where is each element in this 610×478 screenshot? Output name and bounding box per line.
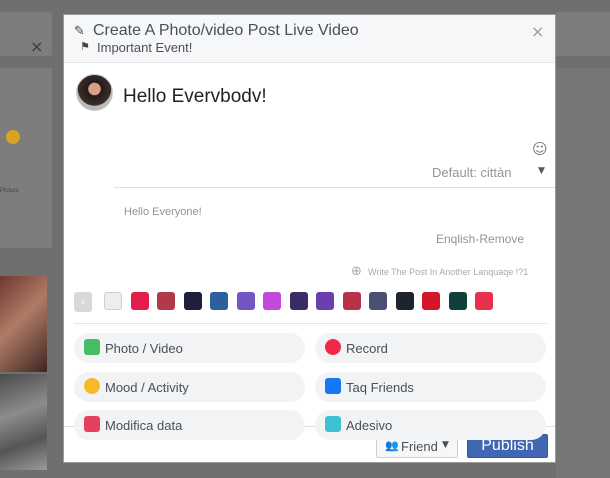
option-label: Taq Friends bbox=[346, 380, 414, 395]
tag-friends-icon bbox=[325, 378, 341, 394]
divider bbox=[74, 323, 547, 324]
background-swatch[interactable] bbox=[289, 292, 308, 310]
language-default-label[interactable]: Default: cittàn bbox=[432, 165, 512, 180]
option-record[interactable]: Record bbox=[315, 333, 546, 363]
language-remove-link[interactable]: Enqlish-Remove bbox=[436, 232, 524, 246]
photo-icon bbox=[84, 339, 100, 355]
background-photo bbox=[0, 374, 47, 470]
option-adesivo[interactable]: Adesivo bbox=[315, 410, 546, 440]
post-text-input[interactable]: Hello Evervbodv! bbox=[123, 86, 267, 108]
background-swatch[interactable] bbox=[395, 292, 414, 310]
emoji-icon bbox=[84, 378, 100, 394]
calendar-icon bbox=[84, 416, 100, 432]
background-swatch[interactable] bbox=[369, 292, 387, 310]
option-label: Mood / Activity bbox=[105, 380, 189, 395]
background-swatch[interactable] bbox=[104, 292, 122, 310]
add-language-link[interactable]: Write The Post In Another Lanquaqe !?1 bbox=[368, 267, 528, 277]
background-right-column bbox=[556, 68, 610, 478]
option-label: Adesivo bbox=[346, 418, 393, 433]
chevron-left-icon[interactable]: ‹ bbox=[74, 292, 92, 312]
alt-language-text-input[interactable]: Hello Everyone! bbox=[124, 206, 202, 218]
background-card: × bbox=[0, 12, 52, 56]
background-swatch[interactable] bbox=[157, 292, 175, 310]
background-side-text: Picture bbox=[0, 188, 19, 194]
option-taq-friends[interactable]: Taq Friends bbox=[315, 372, 546, 402]
background-swatch[interactable] bbox=[210, 292, 228, 310]
flag-icon: ⚑ bbox=[80, 40, 90, 53]
option-label: Record bbox=[346, 341, 388, 356]
dialog-header: ✎ Create A Photo/video Post Live Video ⚑… bbox=[64, 15, 555, 63]
background-swatch[interactable] bbox=[183, 292, 202, 310]
option-label: Photo / Video bbox=[105, 341, 183, 356]
background-card-right bbox=[556, 12, 610, 56]
background-swatch[interactable] bbox=[448, 292, 467, 310]
pencil-icon: ✎ bbox=[74, 24, 85, 39]
background-swatch[interactable] bbox=[236, 292, 255, 310]
important-event-tab[interactable]: Important Event! bbox=[97, 40, 192, 55]
option-label: Modifica data bbox=[105, 418, 183, 433]
plus-circle-icon[interactable]: ⊕ bbox=[351, 264, 362, 279]
avatar bbox=[76, 74, 113, 111]
chevron-down-icon: ▼ bbox=[442, 440, 449, 450]
option-photo-video[interactable]: Photo / Video bbox=[74, 333, 305, 363]
background-swatch[interactable] bbox=[316, 292, 334, 310]
background-swatch[interactable] bbox=[342, 292, 361, 310]
divider bbox=[114, 187, 555, 188]
audience-label: Friend bbox=[401, 439, 438, 454]
background-close-icon: × bbox=[30, 37, 44, 56]
option-mood-activity[interactable]: Mood / Activity bbox=[74, 372, 305, 402]
chevron-down-icon[interactable]: ▼ bbox=[538, 166, 545, 176]
close-icon[interactable]: × bbox=[531, 22, 544, 41]
background-swatch[interactable] bbox=[130, 292, 149, 310]
friends-icon: 👥 bbox=[385, 439, 399, 452]
dialog-title[interactable]: Create A Photo/video Post Live Video bbox=[93, 22, 359, 40]
background-photo bbox=[0, 276, 47, 372]
background-swatch[interactable] bbox=[263, 292, 281, 310]
location-pin-icon bbox=[325, 339, 341, 355]
option-modifica-data[interactable]: Modifica data bbox=[74, 410, 305, 440]
background-emoji-icon bbox=[6, 130, 20, 144]
background-sidebar: Picture bbox=[0, 68, 52, 248]
background-swatch[interactable] bbox=[475, 292, 493, 310]
background-swatch[interactable] bbox=[422, 292, 440, 310]
emoji-picker-icon[interactable]: ☺ bbox=[532, 140, 548, 158]
create-post-dialog: ✎ Create A Photo/video Post Live Video ⚑… bbox=[63, 14, 556, 463]
sticker-icon bbox=[325, 416, 341, 432]
